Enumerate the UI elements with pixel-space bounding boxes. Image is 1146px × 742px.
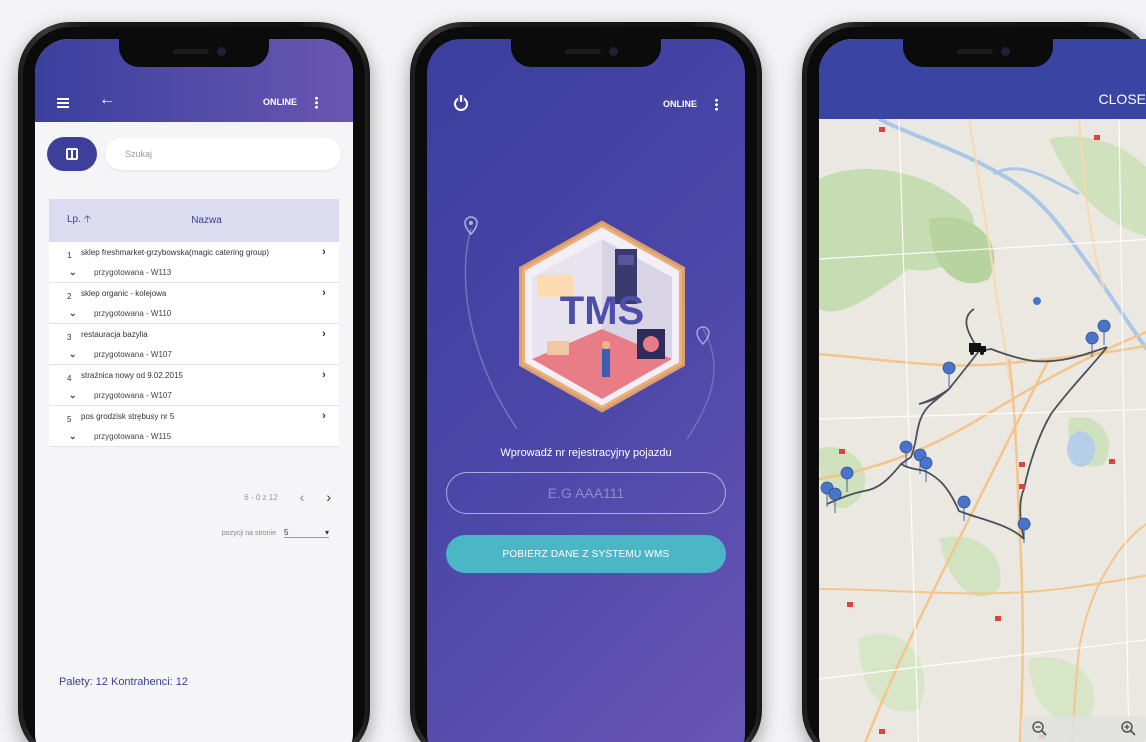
map-icon [66,148,78,160]
search-bar [47,137,341,173]
hamburger-menu-icon[interactable] [57,98,69,108]
row-name: sklep freshmarket-grzybowska(magic cater… [81,248,270,257]
row-number: 1 [67,251,72,260]
expand-chevron-icon[interactable]: ⌄ [49,349,94,360]
expand-chevron-icon[interactable]: ⌄ [49,390,94,401]
list-screen: ← ONLINE Lp. 🡡 Nazwa 1 sklep freshmarket-… [35,39,353,742]
tms-logo-text: TMS [560,289,644,333]
page-size-label: pozycji na stronie [221,529,276,537]
chevron-right-icon[interactable]: › [309,411,339,425]
more-options-icon[interactable] [315,96,318,109]
page-size-select[interactable]: 5 ▾ [284,528,329,538]
phone-map-screen: CLOSE [802,22,1146,742]
row-status: przygotowana - W113 [94,268,172,277]
table-row[interactable]: 2 sklep organic - kolejowa › ⌄ przygotowana … [49,283,339,324]
row-number: 3 [67,333,72,342]
chevron-right-icon[interactable]: › [309,247,339,261]
row-status: przygotowana - W110 [94,309,172,318]
row-name: strażnica nowy od 9.02.2015 [81,371,183,380]
map-view-button[interactable] [47,137,97,171]
row-number: 5 [67,415,72,424]
page-range: 6 - 0 z 12 [244,492,278,502]
row-name: pos grodzisk strębusy nr 5 [81,412,175,421]
chevron-right-icon[interactable]: › [309,288,339,302]
expand-chevron-icon[interactable]: ⌄ [49,267,94,278]
vehicle-screen: ONLINE TMS Wprowadź nr rejestracyjny poj… [427,39,745,742]
row-status: przygotowana - W115 [94,432,172,441]
power-icon[interactable] [454,95,468,111]
close-button[interactable]: CLOSE [1099,91,1146,107]
expand-chevron-icon[interactable]: ⌄ [49,431,94,442]
registration-plate-input[interactable] [446,472,726,514]
prev-page-icon[interactable]: ‹ [300,489,305,505]
phone-vehicle-screen: ONLINE TMS Wprowadź nr rejestracyjny poj… [410,22,762,742]
more-options-icon[interactable] [715,98,718,111]
tms-logo-illustration: TMS [519,220,685,413]
phone-notch [903,39,1053,67]
summary-footer: Palety: 12 Kontrahenci: 12 [59,676,189,688]
online-status: ONLINE [663,99,698,109]
table-row[interactable]: 1 sklep freshmarket-grzybowska(magic cate… [49,242,339,283]
delivery-table: Lp. 🡡 Nazwa 1 sklep freshmarket-grzybowsk… [49,199,339,447]
expand-chevron-icon[interactable]: ⌄ [49,308,94,319]
sort-arrow-icon: 🡡 [83,214,91,225]
row-number: 4 [67,374,72,383]
next-page-icon[interactable]: › [326,489,331,505]
column-header-nazwa[interactable]: Nazwa [104,215,339,226]
row-status: przygotowana - W107 [94,391,172,400]
online-status: ONLINE [263,97,298,107]
table-row[interactable]: 5 pos grodzisk strębusy nr 5 › ⌄ przygotowan… [49,406,339,447]
row-name: sklep organic - kolejowa [81,289,167,298]
back-arrow-icon[interactable]: ← [99,91,115,109]
route-map[interactable] [819,119,1146,742]
phone-notch [511,39,661,67]
zoom-out-icon[interactable] [1031,720,1047,736]
chevron-right-icon[interactable]: › [309,329,339,343]
chevron-right-icon[interactable]: › [309,370,339,384]
table-body: 1 sklep freshmarket-grzybowska(magic cate… [49,242,339,447]
phone-notch [119,39,269,67]
row-number: 2 [67,292,72,301]
zoom-in-icon[interactable] [1120,720,1136,736]
phone-list-screen: ← ONLINE Lp. 🡡 Nazwa 1 sklep freshmarket-… [18,22,370,742]
search-input[interactable] [105,138,341,170]
map-screen: CLOSE [819,39,1146,742]
row-status: przygotowana - W107 [94,350,172,359]
table-row[interactable]: 4 strażnica nowy od 9.02.2015 › ⌄ przygotowa… [49,365,339,406]
page-size-selector: pozycji na stronie 5 ▾ [222,528,329,538]
zoom-controls [1021,716,1146,742]
registration-prompt: Wprowadź nr rejestracyjny pojazdu [500,447,672,459]
paginator: 6 - 0 z 12 ‹ › [244,489,331,505]
row-name: restauracja bazylia [81,330,148,339]
table-row[interactable]: 3 restauracja bazylia › ⌄ przygotowana - W10… [49,324,339,365]
table-header: Lp. 🡡 Nazwa [49,199,339,242]
dropdown-icon: ▾ [324,528,329,537]
column-header-lp[interactable]: Lp. 🡡 [49,212,104,229]
fetch-wms-data-button[interactable]: POBIERZ DANE Z SYSTEMU WMS [446,535,726,573]
